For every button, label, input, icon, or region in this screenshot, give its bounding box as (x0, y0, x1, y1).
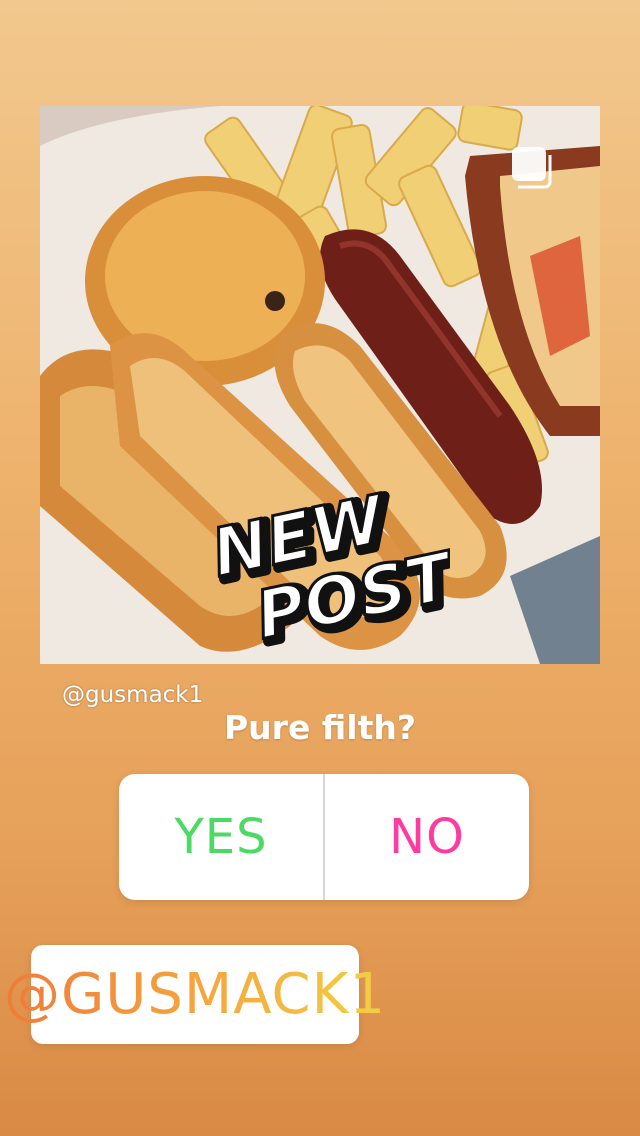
mention-sticker[interactable]: @GUSMACK1 (4, 945, 385, 1044)
square-post-icon[interactable] (510, 145, 554, 189)
poll-option-no[interactable]: NO (325, 774, 529, 900)
post-username[interactable]: @gusmack1 (62, 682, 203, 708)
new-post-sticker: NEW NEW POST! POST! (200, 478, 497, 662)
poll-question: Pure filth? (223, 708, 416, 747)
story-frame: NEW NEW POST! POST! @gusmack1 Pure filth… (0, 0, 640, 1136)
poll-option-yes[interactable]: YES (119, 774, 323, 900)
mention-label: @GUSMACK1 (3, 962, 387, 1027)
poll-sticker: YES NO (119, 774, 529, 900)
